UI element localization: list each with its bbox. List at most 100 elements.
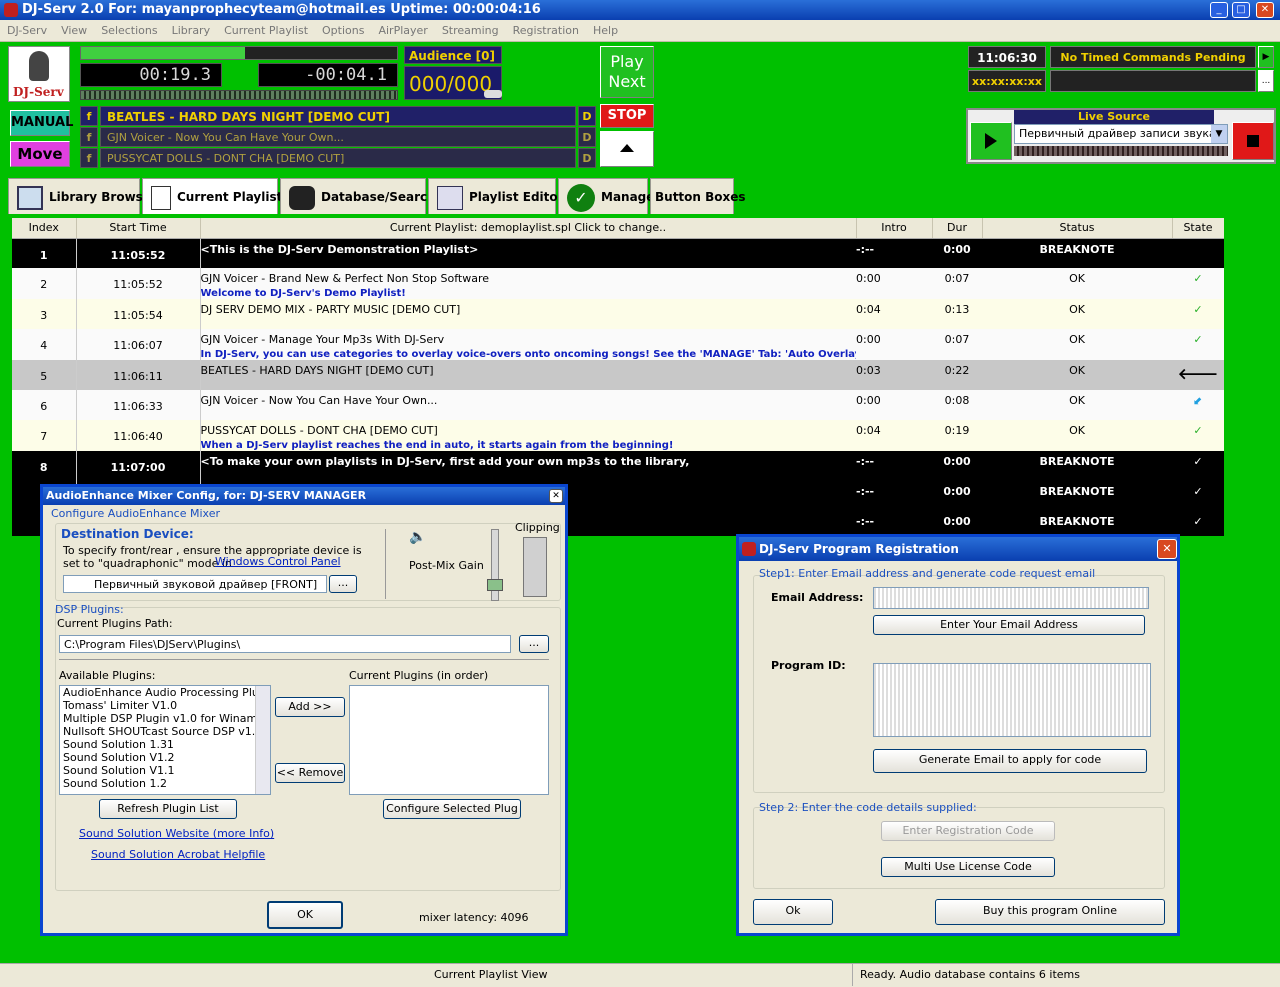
track-2-title[interactable]: GJN Voicer - Now You Can Have Your Own..… <box>100 127 576 147</box>
menu-item-library[interactable]: Library <box>165 20 217 42</box>
header-playlist[interactable]: Current Playlist: demoplaylist.spl Click… <box>200 218 857 239</box>
timed-next-button[interactable]: ▶ <box>1258 46 1274 68</box>
sound-solution-website-link[interactable]: Sound Solution Website (more Info) <box>79 827 274 840</box>
live-stop-button[interactable] <box>1232 122 1274 160</box>
tab-current-playlist[interactable]: Current Playlist <box>142 178 282 214</box>
plugins-path-browse-button[interactable]: ... <box>519 635 549 653</box>
maximize-button[interactable]: □ <box>1232 2 1250 18</box>
table-row[interactable]: 8 11:07:00 <To make your own playlists in … <box>12 451 1224 481</box>
header-index[interactable]: Index <box>12 218 77 239</box>
menu-item-help[interactable]: Help <box>586 20 625 42</box>
list-item[interactable]: Sound Solution 1.2 <box>60 777 256 790</box>
enter-email-button[interactable]: Enter Your Email Address <box>873 615 1145 635</box>
track-3-title[interactable]: PUSSYCAT DOLLS - DONT CHA [DEMO CUT] <box>100 148 576 168</box>
plugins-scrollbar[interactable] <box>255 686 270 794</box>
generate-email-button[interactable]: Generate Email to apply for code <box>873 749 1147 773</box>
multi-use-license-button[interactable]: Multi Use License Code <box>881 857 1055 877</box>
row-start-time: 11:05:54 <box>76 299 201 329</box>
header-status[interactable]: Status <box>982 218 1173 239</box>
row-subtitle: Welcome to DJ-Serv's Demo Playlist! <box>200 288 406 299</box>
menu-item-options[interactable]: Options <box>315 20 371 42</box>
table-row[interactable]: 7 11:06:40 PUSSYCAT DOLLS - DONT CHA [DEMO… <box>12 420 1224 451</box>
menu-item-view[interactable]: View <box>54 20 94 42</box>
track-3-d-button[interactable]: D <box>578 148 596 168</box>
menu-item-selections[interactable]: Selections <box>94 20 164 42</box>
email-field[interactable] <box>873 587 1149 609</box>
list-item[interactable]: AudioEnhance Audio Processing Plugin <box>60 686 256 699</box>
table-row[interactable]: 5 11:06:11 BEATLES - HARD DAYS NIGHT [DEMO… <box>12 360 1224 390</box>
header-start-time[interactable]: Start Time <box>76 218 201 239</box>
current-plugins-list[interactable] <box>349 685 549 795</box>
minimize-button[interactable]: _ <box>1210 2 1228 18</box>
enter-registration-code-button[interactable]: Enter Registration Code <box>881 821 1055 841</box>
list-item[interactable]: Sound Solution V1.1 <box>60 764 256 777</box>
menu-item-current-playlist[interactable]: Current Playlist <box>217 20 315 42</box>
tab-button-boxes[interactable]: Button Boxes <box>650 178 746 214</box>
header-state[interactable]: State <box>1172 218 1224 239</box>
registration-close-button[interactable]: ✕ <box>1157 539 1177 559</box>
list-item[interactable]: Tomass' Limiter V1.0 <box>60 699 256 712</box>
header-dur[interactable]: Dur <box>932 218 983 239</box>
destination-browse-button[interactable]: ... <box>329 575 357 593</box>
refresh-plugin-list-button[interactable]: Refresh Plugin List <box>99 799 237 819</box>
menu-item-airplayer[interactable]: AirPlayer <box>371 20 434 42</box>
table-row[interactable]: 1 11:05:52 <This is the DJ-Serv Demonstrat… <box>12 238 1224 268</box>
list-item[interactable]: Sound Solution 1.31 <box>60 738 256 751</box>
configure-plugin-button[interactable]: Configure Selected Plug <box>383 799 521 819</box>
stop-button[interactable]: STOP <box>600 104 654 128</box>
tab-manage[interactable]: ✓ Manage <box>558 178 654 214</box>
track-2-d-button[interactable]: D <box>578 127 596 147</box>
track-3-f-button[interactable]: f <box>80 148 98 168</box>
menu-item-streaming[interactable]: Streaming <box>435 20 506 42</box>
mixer-latency: mixer latency: 4096 <box>419 911 529 924</box>
table-row[interactable]: 6 11:06:33 GJN Voicer - Now You Can Have Y… <box>12 390 1224 420</box>
track-1-title[interactable]: BEATLES - HARD DAYS NIGHT [DEMO CUT] <box>100 106 576 126</box>
postmix-gain-thumb[interactable] <box>487 579 503 591</box>
timed-more-button[interactable]: ... <box>1258 70 1274 92</box>
program-id-field[interactable] <box>873 663 1151 737</box>
plugins-path-field[interactable]: C:\Program Files\DJServ\Plugins\ <box>59 635 511 653</box>
menu-item-dj-serv[interactable]: DJ-Serv <box>0 20 54 42</box>
live-source-device: Первичный драйвер записи звука <box>1019 127 1216 140</box>
live-source-select[interactable]: Первичный драйвер записи звука ▼ <box>1014 124 1228 144</box>
row-title-text: <This is the DJ-Serv Demonstration Playl… <box>200 242 479 256</box>
up-button[interactable] <box>600 131 654 167</box>
progress-bar[interactable] <box>80 46 398 60</box>
manual-button[interactable]: MANUAL <box>10 110 73 136</box>
buy-online-button[interactable]: Buy this program Online <box>935 899 1165 925</box>
windows-control-panel-link[interactable]: Windows Control Panel <box>215 555 341 568</box>
add-plugin-button[interactable]: Add >> <box>275 697 345 717</box>
mixer-ok-button[interactable]: OK <box>267 901 343 929</box>
move-button[interactable]: Move <box>10 141 70 167</box>
header-intro[interactable]: Intro <box>856 218 933 239</box>
plugins-path-label: Current Plugins Path: <box>57 617 173 630</box>
list-item[interactable]: Nullsoft SHOUTcast Source DSP v1.9.0 <box>60 725 256 738</box>
list-item[interactable]: Multiple DSP Plugin v1.0 for Winamp <box>60 712 256 725</box>
available-plugins-list[interactable]: AudioEnhance Audio Processing Plugin Toma… <box>59 685 271 795</box>
live-play-button[interactable] <box>970 122 1012 160</box>
track-1-f-button[interactable]: f <box>80 106 98 126</box>
tab-playlist-editor[interactable]: Playlist Editor <box>428 178 564 214</box>
track-2-f-button[interactable]: f <box>80 127 98 147</box>
table-row[interactable]: 2 11:05:52 GJN Voicer - Brand New & Perfec… <box>12 268 1224 299</box>
track-1-d-button[interactable]: D <box>578 106 596 126</box>
sound-solution-helpfile-link[interactable]: Sound Solution Acrobat Helpfile <box>91 848 265 861</box>
row-index: 7 <box>12 420 77 451</box>
audience-toggle[interactable] <box>484 90 502 98</box>
play-next-button[interactable]: Play Next <box>600 46 654 98</box>
table-row[interactable]: 4 11:06:07 GJN Voicer - Manage Your Mp3s W… <box>12 329 1224 360</box>
menu-item-registration[interactable]: Registration <box>506 20 586 42</box>
close-button[interactable]: ✕ <box>1256 2 1274 18</box>
editor-icon <box>437 185 463 210</box>
registration-ok-button[interactable]: Ok <box>753 899 833 925</box>
table-row[interactable]: 3 11:05:54 DJ SERV DEMO MIX - PARTY MUSIC … <box>12 299 1224 329</box>
tab-database-search[interactable]: Database/Search <box>280 178 436 214</box>
row-intro: 0:00 <box>856 390 932 420</box>
remove-plugin-button[interactable]: << Remove <box>275 763 345 783</box>
mixer-close-button[interactable]: ✕ <box>549 489 563 503</box>
row-duration: 0:07 <box>932 329 982 360</box>
tab-library-browse[interactable]: Library Browse <box>8 178 151 214</box>
destination-device-field[interactable]: Первичный звуковой драйвер [FRONT] <box>63 575 327 593</box>
row-status: OK <box>982 420 1172 451</box>
list-item[interactable]: Sound Solution V1.2 <box>60 751 256 764</box>
